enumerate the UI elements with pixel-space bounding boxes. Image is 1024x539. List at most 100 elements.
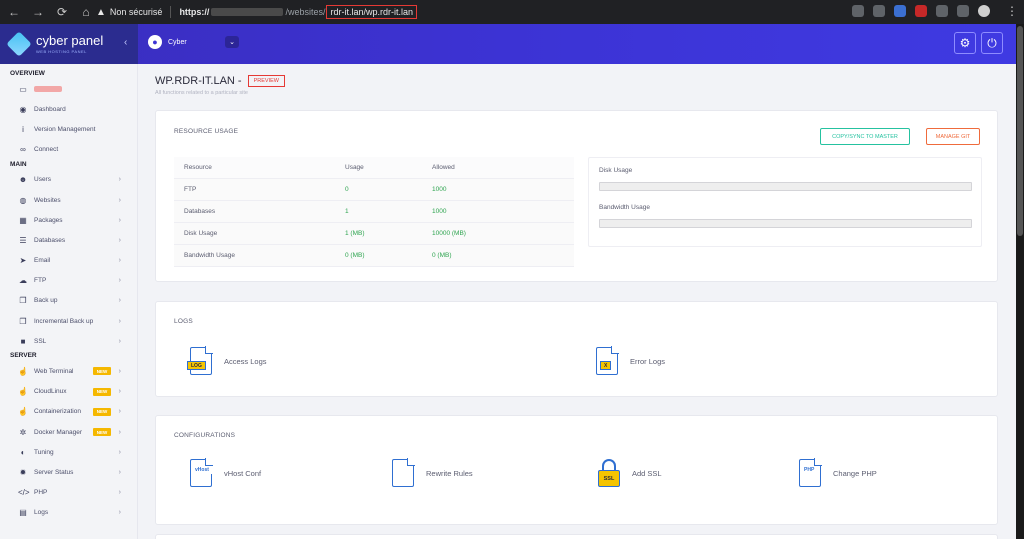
- extension-icon[interactable]: [936, 5, 948, 17]
- chevron-right-icon: ›: [118, 448, 121, 456]
- sidebar-item-dashboard[interactable]: ◉ Dashboard: [0, 99, 137, 119]
- resource-table: Resource Usage Allowed FTP 0 1000 Databa…: [174, 157, 574, 267]
- vhost-file-icon: vHost: [190, 458, 213, 487]
- brand-subtitle: WEB HOSTING PANEL: [36, 49, 87, 54]
- sidebar-item-label: Databases: [34, 236, 66, 244]
- address-bar[interactable]: ▲ Non sécurisé https:// /websites/ rdr-i…: [96, 3, 896, 21]
- users-icon: ☻: [18, 175, 28, 185]
- manage-git-button[interactable]: MANAGE GIT: [926, 128, 980, 145]
- power-icon[interactable]: ⏻: [981, 32, 1003, 54]
- lock-icon: ■: [20, 336, 26, 346]
- sidebar-item-web-terminal[interactable]: ☝ Web Terminal NEW ›: [0, 361, 137, 381]
- copy-sync-to-master-button[interactable]: COPY/SYNC TO MASTER: [820, 128, 910, 145]
- sidebar-item-docker-manager[interactable]: ✲ Docker Manager NEW ›: [0, 422, 137, 442]
- back-icon[interactable]: ←: [4, 2, 24, 22]
- site-title: WP.RDR-IT.LAN -: [155, 75, 242, 87]
- home-icon[interactable]: ⌂: [76, 2, 96, 22]
- sidebar-item-logs[interactable]: ▤ Logs ›: [0, 503, 137, 523]
- table-row: Databases 1 1000: [174, 201, 574, 223]
- add-ssl-link[interactable]: SSL Add SSL: [598, 459, 662, 487]
- ssl-lock-icon: SSL: [598, 459, 620, 487]
- extension-icon[interactable]: [873, 5, 885, 17]
- sidebar-item-incremental-backup[interactable]: ❐ Incremental Back up ›: [0, 311, 137, 331]
- sidebar-item-label: Back up: [34, 297, 58, 305]
- preview-button[interactable]: PREVIEW: [247, 75, 285, 87]
- sidebar-item-containerization[interactable]: ☝ Containerization NEW ›: [0, 402, 137, 422]
- user-dropdown-icon[interactable]: ⌄: [225, 36, 239, 48]
- extension-icon[interactable]: [978, 5, 990, 17]
- account-name-redacted: [34, 86, 62, 93]
- url-path: /websites/: [285, 7, 326, 17]
- sidebar-item-label: Version Management: [34, 125, 96, 133]
- chevron-right-icon: ›: [118, 277, 121, 285]
- settings-icon[interactable]: ⚙: [954, 32, 976, 54]
- sidebar-item-php[interactable]: </> PHP ›: [0, 483, 137, 503]
- chevron-right-icon: ›: [118, 368, 121, 376]
- chevron-right-icon: ›: [118, 317, 121, 325]
- sidebar-item-databases[interactable]: ☰ Databases ›: [0, 230, 137, 250]
- log-tag: LOG: [187, 361, 206, 370]
- link-icon: ∞: [20, 145, 26, 155]
- extension-icon[interactable]: [852, 5, 864, 17]
- forward-icon[interactable]: →: [28, 2, 48, 22]
- top-header: cyber panel WEB HOSTING PANEL ‹ ● Cyber …: [0, 24, 1016, 64]
- sidebar-item-server-status[interactable]: ✹ Server Status ›: [0, 462, 137, 482]
- column-header: Usage: [345, 164, 364, 171]
- disk-usage-label: Disk Usage: [599, 167, 633, 174]
- usage-cell: 1 (MB): [345, 230, 365, 237]
- address-separator: [170, 6, 172, 18]
- configurations-title: CONFIGURATIONS: [174, 432, 236, 439]
- collapse-sidebar-icon[interactable]: ‹: [124, 37, 127, 48]
- rewrite-rules-link[interactable]: Rewrite Rules: [392, 458, 473, 487]
- sidebar-item-ftp[interactable]: ☁ FTP ›: [0, 271, 137, 291]
- vhost-tag: vHost: [192, 465, 212, 474]
- resource-usage-title: RESOURCE USAGE: [174, 128, 239, 135]
- sidebar-section-overview: OVERVIEW: [10, 70, 45, 77]
- user-menu[interactable]: ● Cyber: [148, 35, 187, 49]
- menu-icon[interactable]: ⋮: [1006, 4, 1018, 18]
- user-avatar-icon: ●: [148, 35, 162, 49]
- hand-pointer-icon: ☝: [18, 367, 28, 377]
- ssl-tag: SSL: [598, 470, 620, 487]
- logs-card: LOGS LOG Access Logs X Error Logs: [155, 301, 998, 397]
- usage-cell: 1: [345, 208, 349, 215]
- brand[interactable]: cyber panel WEB HOSTING PANEL: [0, 24, 138, 64]
- sidebar-item-websites[interactable]: ◍ Websites ›: [0, 190, 137, 210]
- configurations-card: CONFIGURATIONS vHost vHost Conf Rewrite …: [155, 415, 998, 525]
- extension-icon[interactable]: [915, 5, 927, 17]
- send-icon: ➤: [19, 256, 27, 266]
- sidebar-item-packages[interactable]: ▦ Packages ›: [0, 210, 137, 230]
- access-logs-link[interactable]: LOG Access Logs: [187, 346, 267, 375]
- extension-icon[interactable]: [894, 5, 906, 17]
- sidebar-item-label: Logs: [34, 509, 49, 517]
- sidebar-item-connect[interactable]: ∞ Connect: [0, 140, 137, 160]
- cubes-icon: ▦: [19, 215, 27, 225]
- sidebar-item-label: Tuning: [34, 448, 54, 456]
- cloud-upload-icon: ☁: [19, 276, 27, 286]
- change-php-link[interactable]: PHP Change PHP: [799, 458, 877, 487]
- sidebar-item-email[interactable]: ➤ Email ›: [0, 251, 137, 271]
- table-row: Disk Usage 1 (MB) 10000 (MB): [174, 223, 574, 245]
- sidebar-item-cloudlinux[interactable]: ☝ CloudLinux NEW ›: [0, 382, 137, 402]
- resource-cell: Databases: [184, 208, 216, 215]
- sidebar-item-tuning[interactable]: ◐ Tuning ›: [0, 442, 137, 462]
- extension-icon[interactable]: [957, 5, 969, 17]
- error-tag: X: [600, 361, 612, 370]
- new-badge: NEW: [93, 407, 111, 416]
- error-logs-link[interactable]: X Error Logs: [596, 346, 665, 375]
- hand-pointer-icon: ☝: [18, 387, 28, 397]
- sidebar-item-users[interactable]: ☻ Users ›: [0, 170, 137, 190]
- sidebar-item-account[interactable]: ▭: [0, 79, 137, 99]
- sidebar-item-backup[interactable]: ❐ Back up ›: [0, 291, 137, 311]
- sidebar-item-ssl[interactable]: ■ SSL ›: [0, 331, 137, 351]
- security-label: Non sécurisé: [109, 7, 163, 17]
- reload-icon[interactable]: ⟳: [52, 2, 72, 22]
- chevron-right-icon: ›: [118, 509, 121, 517]
- sidebar-item-version-management[interactable]: i Version Management: [0, 119, 137, 139]
- user-name: Cyber: [168, 38, 187, 46]
- scrollbar-thumb[interactable]: [1017, 26, 1023, 236]
- new-badge: NEW: [93, 428, 111, 436]
- sidebar-item-label: Dashboard: [34, 105, 66, 113]
- vhost-conf-link[interactable]: vHost vHost Conf: [190, 458, 261, 487]
- sidebar-item-label: CloudLinux: [34, 388, 67, 396]
